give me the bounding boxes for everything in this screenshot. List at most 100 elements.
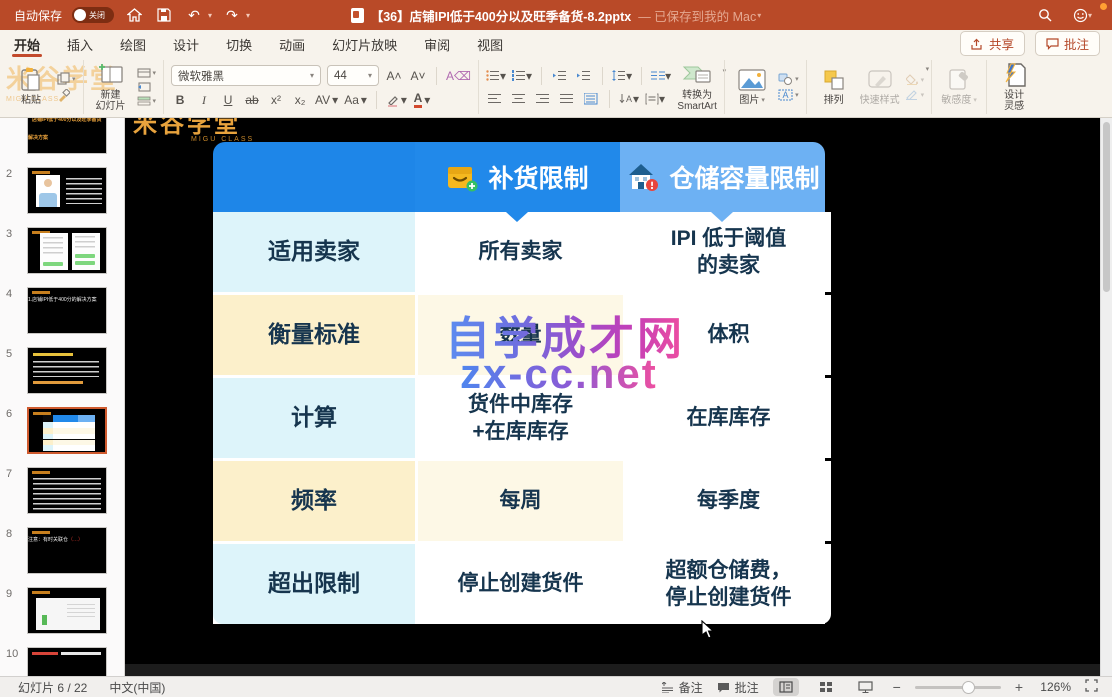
arrange-icon <box>822 67 846 93</box>
align-center-icon[interactable] <box>510 90 528 108</box>
clear-formatting-icon[interactable]: A⌫ <box>446 67 471 85</box>
title-dropdown-icon[interactable]: ▾ <box>757 11 761 20</box>
convert-to-smartart-button[interactable]: 转换为 SmartArt ▾ <box>677 62 717 113</box>
tab-home[interactable]: 开始 <box>12 31 42 57</box>
line-spacing-button[interactable]: ▾ <box>612 67 632 85</box>
font-color-button[interactable]: A▾ <box>413 91 431 109</box>
tab-design[interactable]: 设计 <box>171 31 201 57</box>
shape-outline-button[interactable]: ▾ <box>906 89 925 100</box>
strikethrough-button[interactable]: ab <box>243 91 261 109</box>
zoom-slider-knob[interactable] <box>962 681 975 694</box>
italic-button[interactable]: I <box>195 91 213 109</box>
reset-slide-button[interactable] <box>137 82 157 92</box>
new-slide-button[interactable]: 新建 幻灯片 <box>91 62 131 113</box>
section-button[interactable]: ▾ <box>137 96 157 106</box>
tab-slideshow[interactable]: 幻灯片放映 <box>330 31 399 57</box>
numbering-button[interactable]: ▾ <box>512 67 532 85</box>
notes-icon <box>662 682 674 693</box>
tab-transitions[interactable]: 切换 <box>224 31 254 57</box>
scrollbar-thumb[interactable] <box>1103 122 1110 292</box>
bold-button[interactable]: B <box>171 91 189 109</box>
format-painter-button[interactable] <box>57 89 76 102</box>
feedback-dropdown-icon[interactable]: ▾ <box>1088 11 1092 20</box>
slide-thumbnail-panel[interactable]: 店铺IPI低于400分以及旺季备货 解决方案 2 3 <box>0 118 125 676</box>
tab-animations[interactable]: 动画 <box>277 31 307 57</box>
document-icon <box>351 8 364 23</box>
copy-button[interactable]: ▾ <box>57 72 76 85</box>
thumbnail-slide-1[interactable]: 店铺IPI低于400分以及旺季备货 解决方案 <box>6 118 124 154</box>
arrange-button[interactable]: 排列 ▾ <box>814 67 854 107</box>
picture-button[interactable]: 图片▾ <box>732 67 772 107</box>
align-text-button[interactable]: ▾ <box>645 90 665 108</box>
highlighter-icon <box>386 94 399 107</box>
align-left-icon[interactable] <box>486 90 504 108</box>
fit-slide-button[interactable] <box>1085 679 1098 695</box>
vertical-scrollbar[interactable] <box>1100 118 1112 676</box>
thumbnail-slide-3[interactable]: 3 <box>6 227 124 274</box>
thumbnail-slide-7[interactable]: 7 <box>6 467 124 514</box>
text-box-button[interactable]: A ▾ <box>778 89 799 101</box>
thumbnail-slide-9[interactable]: 9 <box>6 587 124 634</box>
tab-review[interactable]: 审阅 <box>422 31 452 57</box>
shape-fill-button[interactable]: ▾ <box>906 74 925 85</box>
columns-button[interactable]: ▾ <box>651 67 671 85</box>
autosave-toggle[interactable]: 关闭 <box>72 7 114 23</box>
save-status[interactable]: — 已保存到我的 Mac <box>638 6 756 25</box>
design-ideas-button[interactable]: 设计 灵感 <box>994 62 1034 113</box>
status-comments-button[interactable]: 批注 <box>717 679 759 696</box>
notes-button[interactable]: 备注 <box>662 679 703 696</box>
normal-view-button[interactable] <box>773 678 799 696</box>
font-size-select[interactable]: 44▾ <box>327 65 379 86</box>
increase-indent-icon[interactable] <box>575 67 593 85</box>
table-header: 补货限制 仓储容量限制 <box>213 142 825 212</box>
thumbnail-slide-2[interactable]: 2 <box>6 167 124 214</box>
comments-button[interactable]: 批注 <box>1035 31 1100 56</box>
change-case-button[interactable]: Aa▾ <box>344 91 367 109</box>
text-highlight-button[interactable]: ▾ <box>386 91 407 109</box>
text-direction-button[interactable]: A ▾ <box>619 90 639 108</box>
search-icon[interactable] <box>1035 8 1055 22</box>
character-spacing-button[interactable]: AV▾ <box>315 91 338 109</box>
save-icon[interactable] <box>154 8 174 22</box>
align-right-icon[interactable] <box>534 90 552 108</box>
zoom-out-button[interactable]: − <box>893 679 901 695</box>
toolbar-overflow-icon[interactable]: ▾ <box>246 11 250 20</box>
thumbnail-slide-6-selected[interactable]: 6 <box>6 407 124 454</box>
decrease-font-icon[interactable]: A˅ <box>409 67 427 85</box>
undo-icon[interactable]: ↶ <box>184 7 204 24</box>
home-icon[interactable] <box>124 8 144 22</box>
paste-button[interactable]: 粘贴 <box>11 67 51 107</box>
thumbnail-slide-8[interactable]: 8 注意：有时关联仓（…） <box>6 527 124 574</box>
sensitivity-button[interactable]: 敏感度▾ <box>939 67 979 107</box>
tab-draw[interactable]: 绘图 <box>118 31 148 57</box>
slide-canvas[interactable]: 米谷学堂 MIGU CLASS 补货限制 仓储容量限制 <box>125 118 1100 676</box>
slideshow-button[interactable] <box>853 678 879 696</box>
superscript-button[interactable]: x² <box>267 91 285 109</box>
tab-insert[interactable]: 插入 <box>65 31 95 57</box>
thumbnail-slide-4[interactable]: 4 1.店铺IPI低于400分的解决方案 <box>6 287 124 334</box>
zoom-level[interactable]: 126% <box>1037 680 1071 694</box>
shapes-button[interactable]: ▾ <box>778 73 799 85</box>
slide-layout-button[interactable]: ▾ <box>137 68 157 78</box>
thumbnail-slide-10[interactable]: 10 <box>6 647 124 676</box>
subscript-button[interactable]: x₂ <box>291 91 309 109</box>
distribute-text-icon[interactable] <box>582 90 600 108</box>
slide-counter[interactable]: 幻灯片 6 / 22 <box>18 679 87 696</box>
language-indicator[interactable]: 中文(中国) <box>109 679 165 696</box>
tab-view[interactable]: 视图 <box>475 31 505 57</box>
bullets-button[interactable]: ▾ <box>486 67 506 85</box>
zoom-slider[interactable] <box>915 686 1001 689</box>
increase-font-icon[interactable]: A˄ <box>385 67 403 85</box>
undo-dropdown-icon[interactable]: ▾ <box>208 11 212 20</box>
underline-button[interactable]: U <box>219 91 237 109</box>
share-button[interactable]: 共享 <box>960 31 1025 56</box>
justify-icon[interactable] <box>558 90 576 108</box>
font-name-select[interactable]: 微软雅黑▾ <box>171 65 321 86</box>
thumbnail-slide-5[interactable]: 5 <box>6 347 124 394</box>
decrease-indent-icon[interactable] <box>551 67 569 85</box>
quick-styles-button[interactable]: 快速样式 <box>860 67 900 107</box>
thumb8-text: 注意：有时关联仓（…） <box>28 527 83 543</box>
redo-icon[interactable]: ↷ <box>222 7 242 24</box>
slide-sorter-button[interactable] <box>813 678 839 696</box>
zoom-in-button[interactable]: + <box>1015 679 1023 695</box>
